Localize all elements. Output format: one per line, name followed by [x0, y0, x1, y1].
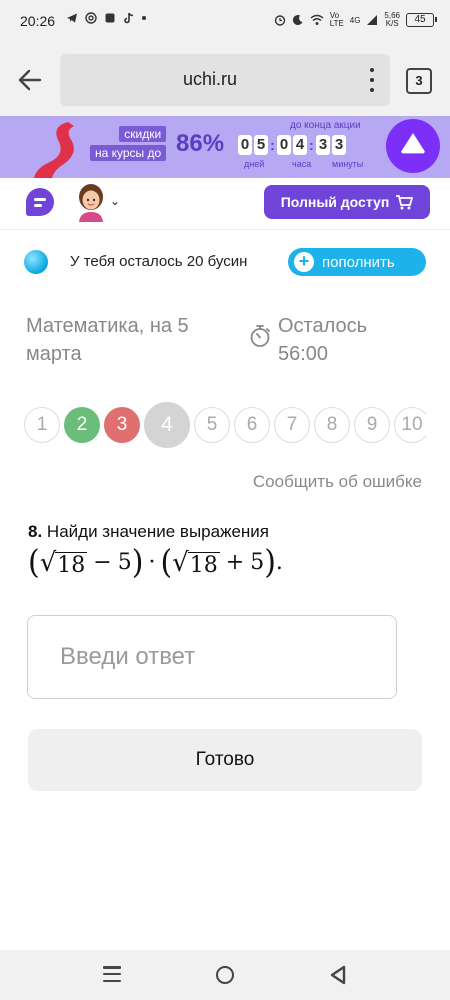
stopwatch-icon — [250, 325, 270, 347]
moon-icon — [292, 15, 303, 26]
refill-label: пополнить — [322, 253, 395, 271]
plus-icon: + — [294, 252, 314, 272]
lesson-title: Математика, на 5 марта — [26, 315, 189, 365]
countdown-label-hours: часа — [292, 159, 312, 169]
countdown-digit: 3 — [316, 135, 330, 155]
alarm-icon — [274, 15, 285, 26]
countdown-digit: 4 — [293, 135, 307, 155]
address-bar[interactable]: uchi.ru — [60, 54, 390, 106]
pager-item[interactable]: 9 — [354, 407, 390, 443]
status-bar: 20:26 Vo LTE 4G 5,66 K/S 45 — [0, 0, 450, 44]
bead-icon — [24, 250, 48, 274]
more-menu-icon[interactable] — [368, 68, 376, 92]
pager-item[interactable]: 2 — [64, 407, 100, 443]
pager-item[interactable]: 3 — [104, 407, 140, 443]
timer-label: Осталось — [278, 315, 368, 337]
back-triangle-icon[interactable] — [329, 965, 347, 985]
wifi-icon — [310, 14, 324, 25]
refill-button[interactable]: + пополнить — [288, 248, 426, 276]
url-text: uchi.ru — [182, 69, 238, 89]
app-header: ⌄ Полный доступ — [0, 178, 450, 230]
countdown-digit: 0 — [238, 135, 252, 155]
promo-percent: 86% — [176, 130, 225, 157]
app-notification-icon — [105, 13, 115, 23]
task-number: 8. — [28, 522, 43, 541]
pager-item[interactable]: 8 — [314, 407, 350, 443]
pager-item[interactable]: 1 — [24, 407, 60, 443]
dot-icon — [142, 16, 146, 20]
report-error-link[interactable]: Сообщить об ошибке — [253, 472, 422, 492]
pager-item[interactable]: 4 — [144, 402, 190, 448]
countdown-timer: 0 5 : 0 4 : 3 3 — [238, 135, 346, 155]
sqrt-term: √ 18 — [39, 547, 88, 578]
task-prompt: 8. Найди значение выражения — [28, 522, 269, 542]
countdown-label-days: дней — [244, 159, 265, 169]
avatar[interactable] — [74, 182, 108, 222]
net-speed: 5,66 K/S — [384, 11, 400, 28]
timer: Осталось 56:00 — [278, 312, 367, 368]
task-pager: 1 2 3 4 5 6 7 8 9 10 — [24, 402, 426, 448]
promo-tag-discounts: скидки — [119, 126, 167, 142]
pager-item[interactable]: 7 — [274, 407, 310, 443]
tab-switcher-button[interactable]: 3 — [406, 68, 432, 94]
status-time: 20:26 — [20, 13, 56, 29]
back-arrow-icon[interactable] — [16, 66, 44, 94]
tiktok-icon — [124, 12, 134, 24]
promo-tag-courses: на курсы до — [90, 145, 167, 161]
timer-value: 56:00 — [278, 343, 329, 365]
pager-item[interactable]: 6 — [234, 407, 270, 443]
signal-icon — [367, 15, 378, 25]
full-access-label: Полный доступ — [280, 194, 390, 210]
countdown-digit: 0 — [277, 135, 291, 155]
full-access-button[interactable]: Полный доступ — [264, 185, 430, 219]
home-icon[interactable] — [216, 966, 234, 984]
countdown-digit: 5 — [254, 135, 268, 155]
countdown-label-minutes: минуты — [332, 159, 364, 169]
volte-label: Vo LTE — [329, 11, 344, 28]
beads-balance: У тебя осталось 20 бусин + пополнить — [0, 240, 450, 284]
pager-item[interactable]: 10 — [394, 407, 426, 443]
browser-toolbar: uchi.ru 3 — [0, 44, 450, 116]
chat-icon[interactable] — [26, 188, 54, 216]
math-expression: ( √ 18 − 5 ) · ( √ 18 + 5 ) . — [28, 543, 283, 582]
countdown-title: до конца акции — [290, 120, 361, 131]
battery-indicator: 45 — [406, 13, 437, 27]
at-icon — [85, 12, 97, 24]
chevron-down-icon[interactable]: ⌄ — [110, 194, 120, 208]
cart-icon — [396, 195, 414, 210]
promo-banner[interactable]: скидки на курсы до 86% до конца акции 0 … — [0, 116, 450, 178]
countdown-digit: 3 — [332, 135, 346, 155]
telegram-icon — [67, 13, 77, 23]
alice-assistant-icon[interactable] — [386, 119, 440, 173]
beads-count-text: У тебя осталось 20 бусин — [70, 253, 248, 270]
system-navbar — [0, 950, 450, 1000]
done-button[interactable]: Готово — [28, 729, 422, 791]
pager-item[interactable]: 5 — [194, 407, 230, 443]
answer-input[interactable] — [27, 615, 397, 699]
recent-apps-icon[interactable] — [103, 966, 121, 982]
sqrt-term: √ 18 — [172, 547, 220, 578]
network-type: 4G — [349, 15, 361, 25]
promo-swirl-graphic — [34, 122, 74, 178]
task-prompt-text: Найди значение выражения — [46, 522, 270, 541]
